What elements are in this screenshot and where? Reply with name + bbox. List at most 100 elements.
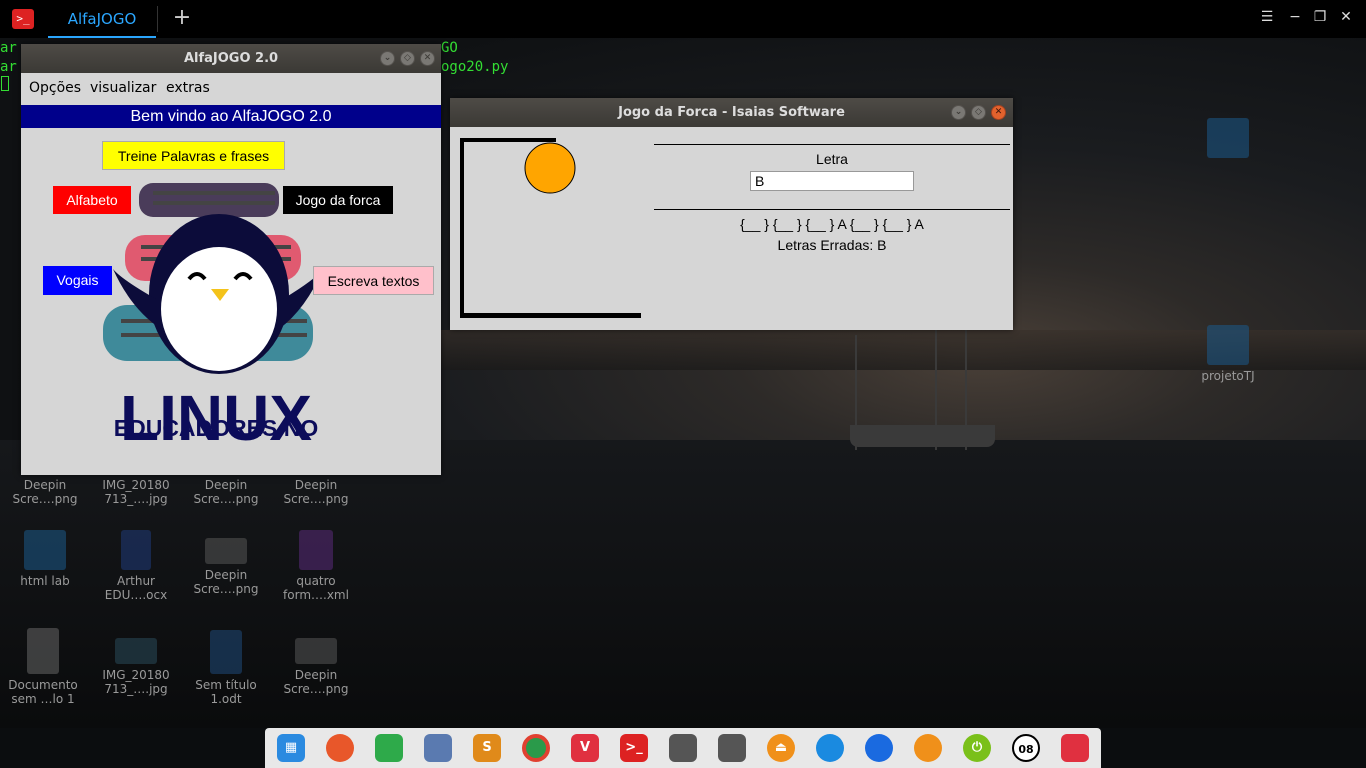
file-label: Deepin [294,668,338,682]
hangman-canvas [460,138,641,318]
menu-opcoes[interactable]: Opções [29,80,81,96]
file-manager-icon[interactable] [424,734,452,762]
window-title: Jogo da Forca - Isaias Software [618,105,845,120]
file-label: Scre….png [283,682,349,696]
minimize-button[interactable]: − [1285,9,1305,25]
desktop-file-icon[interactable]: Deepin Scre….png [186,478,266,506]
terminal-cursor [1,76,9,91]
gallows-post [460,138,464,317]
tab-alfajogo[interactable]: AlfaJOGO [48,0,156,38]
file-label: Scre….png [193,582,259,596]
terminal-icon[interactable]: >_ [620,734,648,762]
maximize-button[interactable]: ◇ [971,105,986,120]
wrong-letters-label: Letras Erradas: B [777,237,887,253]
desktop-file-icon[interactable]: Deepin Scre….png [276,478,356,506]
file-label: Deepin [204,568,248,582]
desktop-file-icon[interactable]: Documento sem …lo 1 [3,628,83,706]
close-button[interactable]: ✕ [1336,9,1356,25]
file-label: Arthur [117,574,155,588]
forca-titlebar[interactable]: Jogo da Forca - Isaias Software ⌄ ◇ ✕ [450,98,1013,127]
document-icon [210,630,242,674]
word-display: {__ } {__ } {__ } A {__ } {__ } A [740,216,924,232]
wifi-icon[interactable] [816,734,844,762]
firefox-icon[interactable] [326,734,354,762]
file-label: sem …lo 1 [11,692,75,706]
file-label: quatro [296,574,336,588]
desktop-folder-icon[interactable]: html lab [5,530,85,588]
book-page-line [153,191,275,195]
alfajogo-window: AlfaJOGO 2.0 ⌄ ◇ ✕ Opções visualizar ext… [21,44,441,475]
menu-extras[interactable]: extras [166,80,210,96]
folder-icon [1207,118,1249,158]
menu-visualizar[interactable]: visualizar [90,80,156,96]
trash-icon[interactable] [1061,734,1089,762]
file-label: 713_….jpg [104,492,168,506]
file-label: Sem título [195,678,257,692]
file-label: form….xml [283,588,349,602]
file-label: IMG_20180 [102,478,170,492]
desktop-file-icon[interactable]: Deepin Scre….png [186,530,266,596]
pidgin-icon[interactable] [914,734,942,762]
alfajogo-titlebar[interactable]: AlfaJOGO 2.0 ⌄ ◇ ✕ [21,44,441,73]
launcher-icon[interactable]: ▦ [277,734,305,762]
book-shape [139,183,279,217]
jogo-da-forca-button[interactable]: Jogo da forca [283,186,393,214]
letra-input[interactable]: B [750,171,914,191]
desktop-file-icon[interactable]: Deepin Scre….png [276,638,356,696]
image-icon [205,538,247,564]
vivaldi-icon[interactable]: V [571,734,599,762]
maximize-button[interactable]: ◇ [400,51,415,66]
chrome-icon[interactable] [522,734,550,762]
add-tab-button[interactable]: + [170,5,194,30]
document-icon[interactable] [718,734,746,762]
gallows-beam [460,138,556,142]
desktop-file-icon[interactable]: IMG_20180 713_….jpg [96,638,176,696]
folder-icon [24,530,66,570]
divider-line [654,209,1010,210]
document-icon[interactable] [669,734,697,762]
penguin-belly [161,247,277,371]
document-icon [27,628,59,674]
escreva-textos-button[interactable]: Escreva textos [313,266,434,295]
dropbox-icon[interactable] [865,734,893,762]
minimize-button[interactable]: ⌄ [951,105,966,120]
terminal-topbar: >_ AlfaJOGO + ☰ − ❐ ✕ [0,0,1366,38]
menu-icon[interactable]: ☰ [1257,9,1277,25]
desktop-folder-icon[interactable] [1188,118,1268,162]
alfabeto-button[interactable]: Alfabeto [53,186,131,214]
app-store-icon[interactable] [375,734,403,762]
maximize-button[interactable]: ❐ [1310,9,1330,25]
eject-icon[interactable]: ⏏ [767,734,795,762]
book-page-line [153,201,275,205]
file-label: IMG_20180 [102,668,170,682]
desktop-file-icon[interactable]: quatro form….xml [276,530,356,602]
divider-line [654,144,1010,145]
power-icon[interactable]: ⏻ [963,734,991,762]
file-label: projetoTJ [1201,369,1255,383]
desktop-file-icon[interactable]: Sem título 1.odt [186,630,266,706]
document-icon [121,530,151,570]
clock-icon[interactable]: 08 [1012,734,1040,762]
image-icon [295,638,337,664]
desktop-file-icon[interactable]: Deepin Scre….png [5,478,85,506]
file-label: 713_….jpg [104,682,168,696]
sublime-icon[interactable]: S [473,734,501,762]
folder-icon [1207,325,1249,365]
terminal-line-1-right: GO [441,40,458,56]
desktop-file-icon[interactable]: IMG_20180 713_….jpg [96,478,176,506]
xml-file-icon [299,530,333,570]
close-button[interactable]: ✕ [420,51,435,66]
desktop-folder-icon[interactable]: projetoTJ [1188,325,1268,383]
treine-palavras-button[interactable]: Treine Palavras e frases [102,141,285,170]
vogais-button[interactable]: Vogais [43,266,112,295]
close-button[interactable]: ✕ [991,105,1006,120]
file-label: EDU….ocx [104,588,168,602]
terminal-icon[interactable]: >_ [12,9,34,29]
desktop-file-icon[interactable]: Arthur EDU….ocx [96,530,176,602]
file-label: Documento [8,678,78,692]
letra-label: Letra [816,151,848,167]
terminal-line-2-right: ogo20.py [441,59,509,75]
minimize-button[interactable]: ⌄ [380,51,395,66]
logo-text-line2: LINUX [120,382,312,454]
hangman-head [524,142,576,194]
